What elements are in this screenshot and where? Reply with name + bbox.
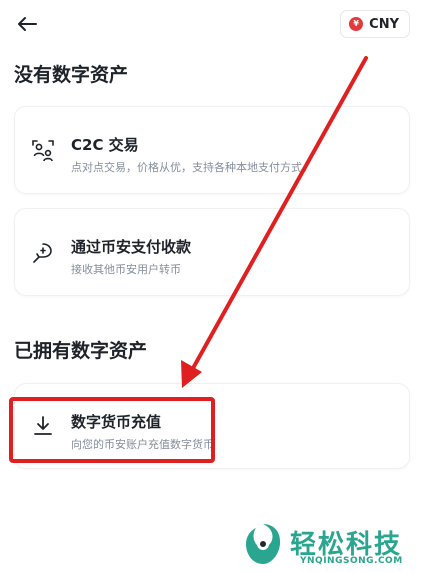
binance-pay-card[interactable]: 通过币安支付收款 接收其他币安用户转币 [14,208,410,296]
section-title-no-assets: 没有数字资产 [14,64,129,86]
c2c-card-description: 点对点交易，价格从优，支持各种本地支付方式。 [71,161,313,174]
back-arrow-icon [18,17,37,31]
crypto-deposit-card[interactable]: 数字货币充值 向您的币安账户充值数字货币 [14,383,410,469]
pay-card-title: 通过币安支付收款 [71,238,192,256]
pay-card-description: 接收其他币安用户转币 [71,263,181,276]
currency-code: CNY [369,16,399,32]
currency-selector[interactable]: ¥ CNY [340,10,410,38]
watermark: 轻松科技 YNQINGSONG.COM [244,522,426,572]
deposit-card-description: 向您的币安账户充值数字货币 [71,438,214,451]
section-title-has-assets: 已拥有数字资产 [14,340,148,362]
watermark-url-text: YNQINGSONG.COM [300,556,403,566]
pay-receive-icon [33,243,52,263]
back-button[interactable] [14,12,40,36]
download-icon [34,416,52,435]
user-exchange-icon [32,140,54,162]
c2c-card-title: C2C 交易 [71,136,139,154]
deposit-card-title: 数字货币充值 [71,413,162,431]
watermark-logo-icon [246,524,281,564]
cny-flag-icon: ¥ [349,17,364,31]
c2c-trade-card[interactable]: C2C 交易 点对点交易，价格从优，支持各种本地支付方式。 [14,106,410,194]
